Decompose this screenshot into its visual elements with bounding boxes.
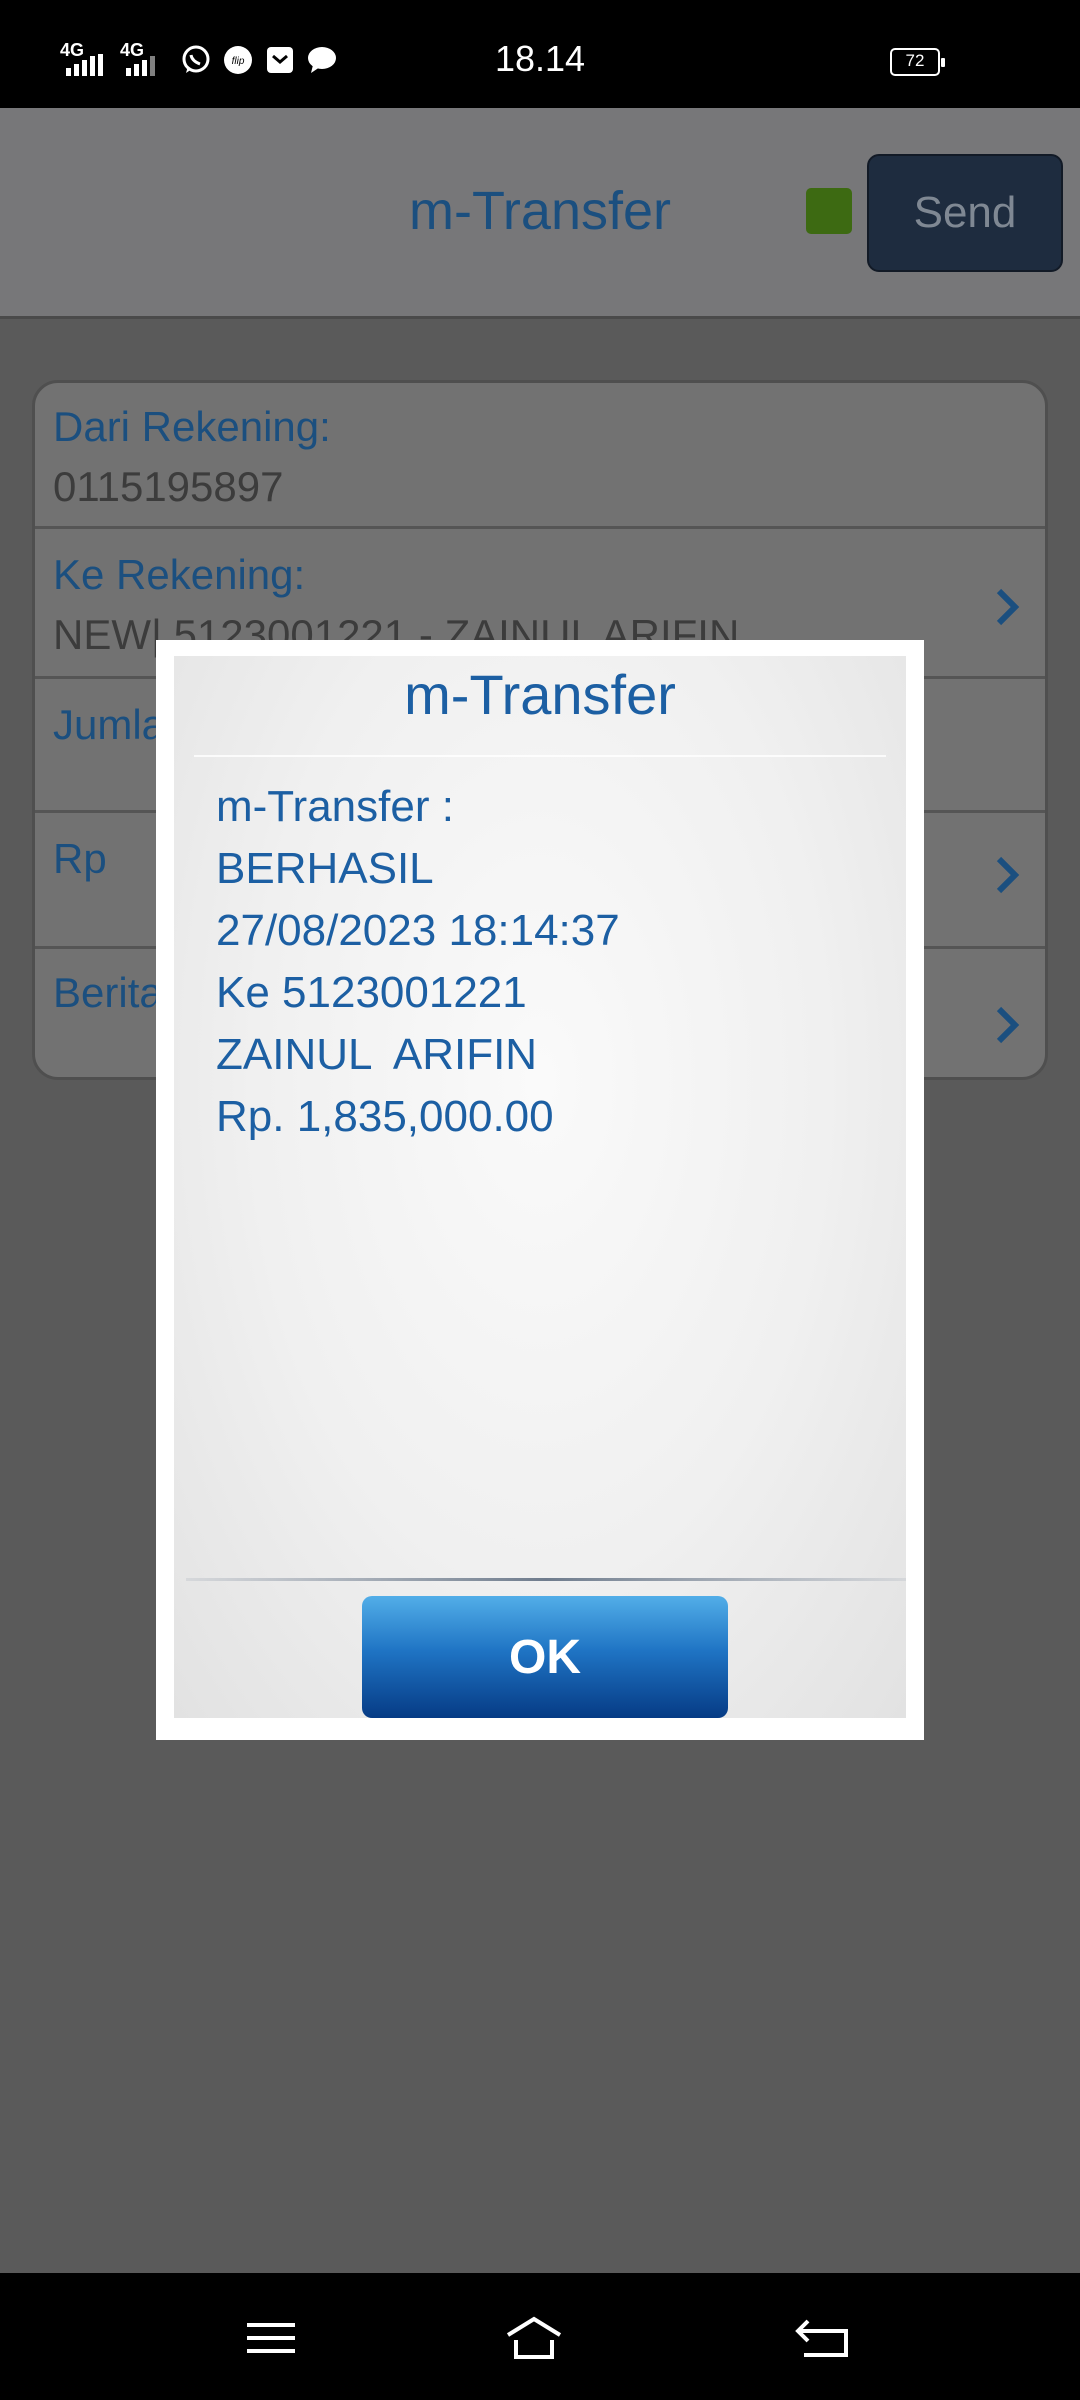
chevron-right-icon bbox=[996, 1006, 1020, 1044]
message-line: Ke 5123001221 bbox=[216, 968, 527, 1017]
status-icons: 4G 4G flip bbox=[60, 40, 338, 80]
divider bbox=[186, 1578, 906, 1581]
top-bar: m-Transfer Send bbox=[0, 108, 1080, 319]
signal-icon: 4G bbox=[120, 40, 170, 80]
mail-icon bbox=[267, 47, 293, 73]
message-line: BERHASIL bbox=[216, 844, 434, 893]
from-account-row: Dari Rekening: 0115195897 bbox=[35, 383, 1045, 529]
dialog-title: m-Transfer bbox=[404, 663, 676, 726]
whatsapp-icon bbox=[182, 45, 210, 73]
from-account-label: Dari Rekening: bbox=[53, 403, 331, 450]
chat-icon bbox=[308, 47, 336, 73]
message-line: 27/08/2023 18:14:37 bbox=[216, 906, 620, 955]
to-account-label: Ke Rekening: bbox=[53, 551, 306, 598]
currency-label: Rp bbox=[53, 835, 107, 882]
back-icon[interactable] bbox=[794, 2313, 854, 2363]
note-label: Berita bbox=[53, 969, 163, 1016]
chevron-right-icon bbox=[996, 856, 1020, 894]
dialog-panel: m-Transfer m-Transfer : BERHASIL 27/08/2… bbox=[174, 656, 906, 1718]
dialog-message: m-Transfer : BERHASIL 27/08/2023 18:14:3… bbox=[216, 776, 620, 1148]
battery-icon: 72 bbox=[890, 48, 945, 76]
divider bbox=[194, 755, 886, 757]
result-dialog: m-Transfer m-Transfer : BERHASIL 27/08/2… bbox=[156, 640, 924, 1740]
message-line: m-Transfer : bbox=[216, 782, 454, 831]
navigation-bar bbox=[0, 2273, 1080, 2400]
signal-icon: 4G bbox=[60, 40, 110, 80]
message-line: Rp. 1,835,000.00 bbox=[216, 1092, 554, 1141]
svg-text:flip: flip bbox=[232, 56, 245, 67]
message-line: ZAINUL ARIFIN bbox=[216, 1030, 538, 1079]
battery-level: 72 bbox=[905, 51, 925, 70]
send-button[interactable]: Send bbox=[867, 154, 1063, 272]
chevron-right-icon bbox=[996, 588, 1020, 626]
ok-button[interactable]: OK bbox=[362, 1596, 728, 1718]
connection-status-indicator bbox=[806, 188, 852, 234]
from-account-value: 0115195897 bbox=[53, 463, 284, 510]
clock: 18.14 bbox=[494, 38, 586, 79]
menu-icon[interactable] bbox=[241, 2313, 301, 2363]
flip-icon: flip bbox=[224, 46, 252, 74]
status-bar: 4G 4G flip 18.14 72 bbox=[0, 0, 1080, 108]
home-icon[interactable] bbox=[504, 2313, 564, 2363]
